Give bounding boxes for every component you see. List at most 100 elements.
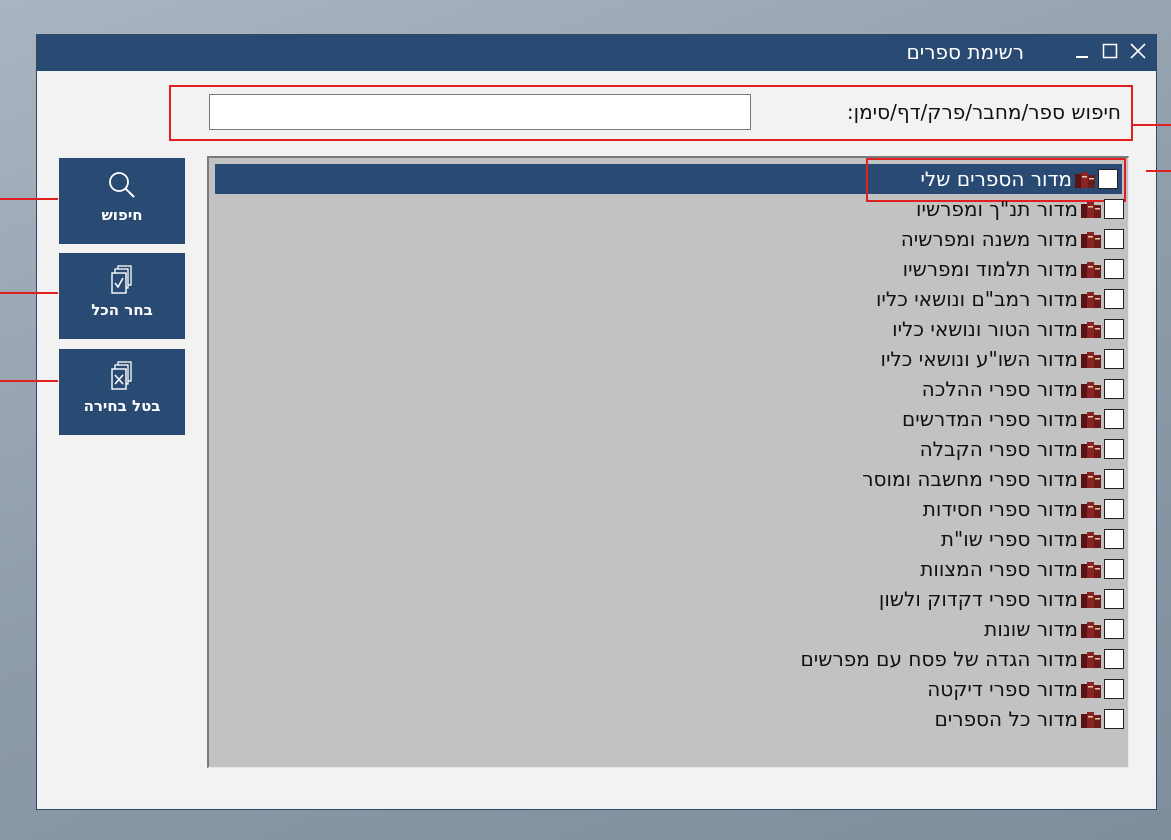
list-item-label: מדור ספרי מחשבה ומוסר xyxy=(862,467,1078,491)
list-item-label: מדור ספרי דקדוק ולשון xyxy=(878,587,1078,611)
list-item[interactable]: מדור כל הספרים xyxy=(935,704,1128,734)
books-icon xyxy=(1081,232,1101,248)
clear-selection-button[interactable]: בטל בחירה xyxy=(59,349,185,435)
item-checkbox[interactable] xyxy=(1104,289,1124,309)
list-item-label: מדור ספרי חסידות xyxy=(922,497,1078,521)
books-icon xyxy=(1075,172,1095,188)
list-item[interactable]: מדור משנה ומפרשיה xyxy=(901,224,1128,254)
documents-check-icon xyxy=(111,265,132,294)
books-icon xyxy=(1081,502,1101,518)
books-icon xyxy=(1081,262,1101,278)
list-item-label: מדור כל הספרים xyxy=(934,707,1078,731)
list-item[interactable]: מדור ספרי מחשבה ומוסר xyxy=(862,464,1128,494)
item-checkbox[interactable] xyxy=(1104,559,1124,579)
list-item-label: מדור ספרי ההלכה xyxy=(921,377,1078,401)
maximize-icon[interactable] xyxy=(1098,39,1122,65)
list-item[interactable]: מדור ספרי דקדוק ולשון xyxy=(879,584,1128,614)
list-item[interactable]: מדור ספרי המדרשים xyxy=(902,404,1128,434)
list-item-label: מדור ספרי דיקטה xyxy=(927,677,1078,701)
list-item-label: מדור שונות xyxy=(984,617,1078,641)
title-bar[interactable]: רשימת ספרים xyxy=(37,35,1156,71)
list-item[interactable]: מדור ספרי שו"ת xyxy=(941,524,1128,554)
list-item-label: מדור הטור ונושאי כליו xyxy=(892,317,1078,341)
books-icon xyxy=(1081,442,1101,458)
books-icon xyxy=(1081,202,1101,218)
documents-x-icon xyxy=(111,361,132,390)
category-list[interactable]: מדור הספרים שלי מדור תנ"ך ומפרשיו מדור משנ… xyxy=(207,156,1129,768)
books-icon xyxy=(1081,652,1101,668)
minimize-icon[interactable] xyxy=(1070,39,1094,65)
books-icon xyxy=(1081,472,1101,488)
search-label: חיפוש ספר/מחבר/פרק/דף/סימן: xyxy=(846,100,1121,124)
callout-line xyxy=(0,198,58,200)
books-icon xyxy=(1081,322,1101,338)
item-checkbox[interactable] xyxy=(1104,319,1124,339)
list-item[interactable]: מדור הטור ונושאי כליו xyxy=(892,314,1128,344)
list-item[interactable]: מדור שונות xyxy=(984,614,1128,644)
list-item-label: מדור משנה ומפרשיה xyxy=(900,227,1078,251)
list-item[interactable]: מדור ספרי ההלכה xyxy=(922,374,1128,404)
list-item[interactable]: מדור הגדה של פסח עם מפרשים xyxy=(801,644,1128,674)
item-checkbox[interactable] xyxy=(1104,619,1124,639)
item-checkbox[interactable] xyxy=(1104,589,1124,609)
search-input[interactable] xyxy=(209,94,751,130)
clear-selection-label: בטל בחירה xyxy=(83,397,161,415)
list-item[interactable]: מדור ספרי דיקטה xyxy=(927,674,1128,704)
callout-line xyxy=(0,380,58,382)
item-checkbox[interactable] xyxy=(1104,259,1124,279)
list-item-label: מדור הספרים שלי xyxy=(920,167,1072,191)
search-button-label: חיפוש xyxy=(101,206,143,224)
list-item[interactable]: מדור ספרי המצוות xyxy=(920,554,1128,584)
list-item[interactable]: מדור רמב"ם ונושאי כליו xyxy=(876,284,1128,314)
item-checkbox[interactable] xyxy=(1104,379,1124,399)
item-checkbox[interactable] xyxy=(1104,499,1124,519)
select-all-button[interactable]: בחר הכל xyxy=(59,253,185,339)
list-item-label: מדור ספרי הקבלה xyxy=(919,437,1078,461)
books-icon xyxy=(1081,382,1101,398)
list-item[interactable]: מדור תלמוד ומפרשיו xyxy=(903,254,1128,284)
list-item[interactable]: מדור הספרים שלי xyxy=(215,158,1126,202)
callout-line xyxy=(0,292,58,294)
item-checkbox[interactable] xyxy=(1104,709,1124,729)
list-item-label: מדור רמב"ם ונושאי כליו xyxy=(875,287,1078,311)
item-checkbox[interactable] xyxy=(1104,229,1124,249)
list-item[interactable]: מדור ספרי הקבלה xyxy=(920,434,1128,464)
item-checkbox[interactable] xyxy=(1104,649,1124,669)
item-checkbox[interactable] xyxy=(1104,439,1124,459)
list-item-label: מדור ספרי שו"ת xyxy=(940,527,1078,551)
window-title: רשימת ספרים xyxy=(906,40,1024,64)
item-checkbox[interactable] xyxy=(1104,679,1124,699)
list-item[interactable]: מדור ספרי חסידות xyxy=(923,494,1128,524)
books-icon xyxy=(1081,712,1101,728)
select-all-label: בחר הכל xyxy=(91,301,153,319)
search-row: חיפוש ספר/מחבר/פרק/דף/סימן: xyxy=(169,85,1133,141)
book-list-window: רשימת ספרים חיפוש ספר/מחבר/פרק/דף/סימן: … xyxy=(36,34,1157,810)
item-checkbox[interactable] xyxy=(1104,409,1124,429)
list-item-label: מדור ספרי המצוות xyxy=(920,557,1078,581)
list-item-label: מדור תלמוד ומפרשיו xyxy=(902,257,1078,281)
books-icon xyxy=(1081,562,1101,578)
books-icon xyxy=(1081,592,1101,608)
search-button[interactable]: חיפוש xyxy=(59,158,185,244)
list-item-label: מדור תנ"ך ומפרשיו xyxy=(916,197,1078,221)
item-checkbox[interactable] xyxy=(1104,199,1124,219)
item-checkbox[interactable] xyxy=(1098,169,1118,189)
books-icon xyxy=(1081,682,1101,698)
list-item[interactable]: מדור תנ"ך ומפרשיו xyxy=(916,194,1128,224)
books-icon xyxy=(1081,532,1101,548)
books-icon xyxy=(1081,352,1101,368)
books-icon xyxy=(1081,292,1101,308)
callout-line xyxy=(1146,170,1171,172)
list-item-label: מדור השו"ע ונושאי כליו xyxy=(880,347,1079,371)
item-checkbox[interactable] xyxy=(1104,469,1124,489)
books-icon xyxy=(1081,412,1101,428)
callout-line xyxy=(1132,124,1171,126)
books-icon xyxy=(1081,622,1101,638)
item-checkbox[interactable] xyxy=(1104,349,1124,369)
item-checkbox[interactable] xyxy=(1104,529,1124,549)
list-item-label: מדור ספרי המדרשים xyxy=(902,407,1078,431)
close-icon[interactable] xyxy=(1126,39,1150,65)
list-item[interactable]: מדור השו"ע ונושאי כליו xyxy=(881,344,1129,374)
list-item-label: מדור הגדה של פסח עם מפרשים xyxy=(800,647,1078,671)
magnifier-icon xyxy=(109,172,135,198)
